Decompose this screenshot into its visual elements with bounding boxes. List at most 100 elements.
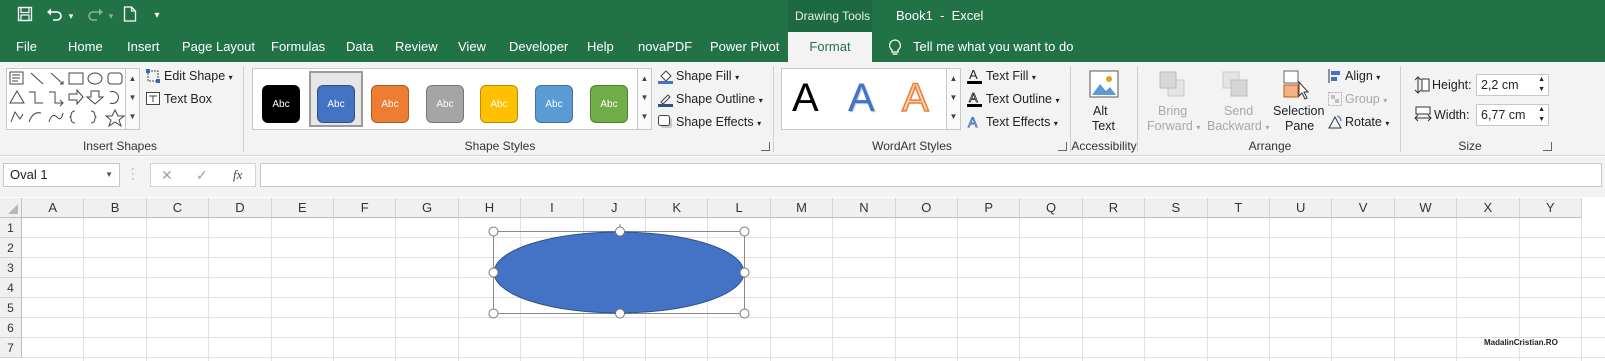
text-outline-button[interactable]: Text Outline ▾	[986, 92, 1060, 106]
height-spinner-icon[interactable]: ▲ ▼	[1538, 75, 1545, 95]
column-header[interactable]: H	[458, 198, 522, 218]
row-header[interactable]: 2	[0, 238, 22, 258]
scroll-up-icon[interactable]: ▲	[947, 69, 960, 88]
save-icon[interactable]	[14, 6, 36, 26]
shape-style-swatch[interactable]: Abc	[590, 85, 628, 123]
wordart-gallery[interactable]: A A A ▲ ▼ ▼	[781, 68, 961, 130]
row-header[interactable]: 5	[0, 298, 22, 318]
insert-function-icon[interactable]: fx	[233, 167, 242, 183]
tab-format[interactable]: Format	[788, 32, 872, 62]
row-header[interactable]: 3	[0, 258, 22, 278]
scroll-down-icon[interactable]: ▼	[638, 88, 651, 107]
selection-pane-label[interactable]: Pane	[1285, 119, 1314, 133]
column-header[interactable]: X	[1457, 198, 1520, 218]
rotate-button[interactable]: Rotate ▾	[1345, 115, 1389, 129]
column-header[interactable]: J	[583, 198, 646, 218]
column-header[interactable]: W	[1394, 198, 1458, 218]
resize-handle-bottom[interactable]	[615, 308, 625, 319]
resize-handle-bottom-left[interactable]	[488, 308, 499, 319]
alt-text-button-label[interactable]: Text	[1092, 119, 1115, 133]
alt-text-button[interactable]: Alt	[1093, 104, 1108, 118]
shape-style-swatch[interactable]: Abc	[426, 85, 464, 123]
customize-qat-icon[interactable]: ▾	[150, 6, 164, 26]
resize-handle-bottom-right[interactable]	[739, 308, 750, 319]
resize-handle-top-left[interactable]	[488, 226, 499, 237]
shape-style-swatch[interactable]: Abc	[371, 85, 409, 123]
column-header[interactable]: Q	[1020, 198, 1083, 218]
worksheet-grid[interactable]: ABCDEFGHIJKLMNOPQRSTUVWXY 1234567 Madali…	[0, 198, 1605, 361]
text-fill-button[interactable]: Text Fill ▾	[986, 69, 1036, 83]
send-backward-button[interactable]: Send	[1224, 104, 1253, 118]
new-document-icon[interactable]	[120, 6, 140, 26]
column-header[interactable]: G	[396, 198, 459, 218]
gallery-more-icon[interactable]: ▼	[638, 107, 651, 126]
size-launcher-icon[interactable]	[1543, 142, 1552, 151]
scroll-up-icon[interactable]: ▲	[638, 69, 651, 88]
tab-insert[interactable]: Insert	[127, 32, 160, 62]
column-header[interactable]: S	[1145, 198, 1208, 218]
formula-bar-grip-icon[interactable]: · · ·	[131, 164, 135, 185]
column-header[interactable]: D	[209, 198, 272, 218]
width-input[interactable]: 6,77 cm ▲ ▼	[1476, 104, 1549, 126]
row-header[interactable]: 7	[0, 338, 22, 358]
column-header[interactable]: T	[1207, 198, 1270, 218]
wordart-gallery-scroll[interactable]: ▲ ▼ ▼	[946, 69, 960, 129]
column-header[interactable]: Y	[1519, 198, 1582, 218]
resize-handle-left[interactable]	[488, 267, 499, 278]
scroll-down-icon[interactable]: ▼	[947, 88, 960, 107]
bring-forward-label[interactable]: Forward ▾	[1147, 119, 1200, 133]
scroll-down-icon[interactable]: ▼	[126, 88, 139, 107]
shape-styles-gallery[interactable]: Abc Abc Abc Abc Abc Abc Abc ▲ ▼ ▼	[252, 68, 652, 130]
tab-file[interactable]: File	[16, 32, 37, 62]
column-header[interactable]: R	[1082, 198, 1146, 218]
align-button[interactable]: Align ▾	[1345, 69, 1380, 83]
shape-style-swatch[interactable]: Abc	[535, 85, 573, 123]
wordart-style-blue[interactable]: A	[848, 75, 875, 121]
styles-gallery-scroll[interactable]: ▲ ▼ ▼	[637, 69, 651, 129]
send-backward-label[interactable]: Backward ▾	[1207, 119, 1269, 133]
column-header[interactable]: B	[84, 198, 147, 218]
redo-dropdown-icon[interactable]: ▾	[106, 6, 116, 26]
resize-handle-right[interactable]	[739, 267, 750, 278]
column-header[interactable]: C	[146, 198, 210, 218]
formula-input[interactable]	[260, 163, 1602, 187]
row-header[interactable]: 1	[0, 218, 22, 238]
height-input[interactable]: 2,2 cm ▲ ▼	[1476, 74, 1549, 96]
shape-style-swatch[interactable]: Abc	[317, 85, 355, 123]
tab-developer[interactable]: Developer	[509, 32, 568, 62]
oval-shape[interactable]	[493, 231, 745, 314]
group-button[interactable]: Group ▾	[1345, 92, 1387, 106]
column-header[interactable]: P	[958, 198, 1021, 218]
resize-handle-top[interactable]	[615, 226, 625, 237]
column-header[interactable]: I	[521, 198, 584, 218]
row-header[interactable]: 6	[0, 318, 22, 338]
width-spinner-icon[interactable]: ▲ ▼	[1538, 105, 1545, 125]
text-box-button[interactable]: Text Box	[164, 92, 212, 106]
text-effects-button[interactable]: Text Effects ▾	[986, 115, 1058, 129]
tab-review[interactable]: Review	[395, 32, 438, 62]
wordart-style-orange[interactable]: A	[901, 75, 929, 121]
edit-shape-button[interactable]: Edit Shape ▾	[164, 69, 233, 83]
tab-formulas[interactable]: Formulas	[271, 32, 325, 62]
name-box[interactable]: Oval 1 ▼	[3, 163, 120, 187]
wordart-style-black[interactable]: A	[792, 75, 819, 121]
shape-effects-button[interactable]: Shape Effects ▾	[676, 115, 761, 129]
gallery-more-icon[interactable]: ▼	[126, 107, 139, 126]
undo-icon[interactable]	[44, 6, 66, 26]
column-header[interactable]: M	[770, 198, 834, 218]
tell-me-search[interactable]: Tell me what you want to do	[913, 32, 1073, 62]
shape-style-swatch[interactable]: Abc	[262, 85, 300, 123]
select-all-button[interactable]	[0, 198, 22, 218]
enter-icon[interactable]: ✓	[196, 167, 208, 184]
tab-power-pivot[interactable]: Power Pivot	[710, 32, 779, 62]
shapes-gallery-scroll[interactable]: ▲ ▼ ▼	[125, 69, 139, 129]
bring-forward-button[interactable]: Bring	[1158, 104, 1187, 118]
column-header[interactable]: N	[833, 198, 896, 218]
tab-page-layout[interactable]: Page Layout	[182, 32, 255, 62]
scroll-up-icon[interactable]: ▲	[126, 69, 139, 88]
column-header[interactable]: U	[1270, 198, 1333, 218]
shape-outline-button[interactable]: Shape Outline ▾	[676, 92, 763, 106]
column-header[interactable]: A	[22, 198, 85, 218]
column-header[interactable]: F	[334, 198, 397, 218]
row-header[interactable]: 4	[0, 278, 22, 298]
